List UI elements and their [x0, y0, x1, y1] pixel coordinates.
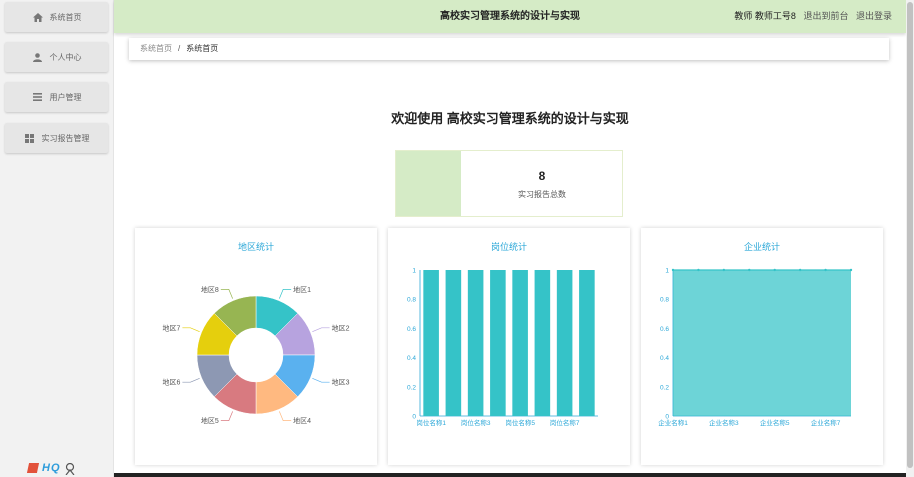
- x-tick-label: 企业名称1: [658, 418, 688, 427]
- scrollbar-thumb[interactable]: [907, 2, 913, 468]
- area-point: [773, 268, 776, 272]
- mascot-icon: [65, 462, 75, 476]
- breadcrumb-home[interactable]: 系统首页: [140, 44, 172, 53]
- bar: [490, 270, 506, 416]
- area-point: [671, 268, 675, 272]
- pie-label: 地区4: [293, 416, 311, 425]
- sidebar-item-label: 个人中心: [49, 52, 82, 62]
- pie-label-line: [312, 327, 330, 332]
- y-tick-label: 0.8: [660, 297, 669, 304]
- x-tick-label: 岗位名称3: [461, 418, 491, 427]
- sidebar: 系统首页 个人中心 用户管理 实习报告管理 HQ: [0, 0, 114, 477]
- user-role: 教师: [734, 11, 753, 21]
- pie-label-line: [312, 378, 330, 383]
- area-point: [824, 268, 827, 272]
- pie-label: 地区5: [201, 416, 219, 425]
- y-tick-label: 0.4: [407, 355, 416, 362]
- logo-text: HQ: [42, 462, 61, 474]
- x-tick-label: 企业名称7: [811, 418, 841, 427]
- pie-label-line: [220, 411, 233, 421]
- area-fill: [673, 270, 851, 416]
- company-chart-card: 0 0.2 0.4 0.6 0.8 1 企业名称1 企业名称3 企业名称5 企业名称7 企业统计: [641, 228, 883, 465]
- pie-label-line: [220, 289, 233, 299]
- breadcrumb: 系统首页 / 系统首页: [129, 38, 889, 60]
- top-header: 高校实习管理系统的设计与实现 教师 教师工号8 退出到前台 退出登录: [114, 0, 906, 33]
- x-tick-label: 岗位名称1: [416, 418, 446, 427]
- header-user-area: 教师 教师工号8 退出到前台 退出登录: [734, 0, 892, 33]
- y-tick-label: 0.6: [660, 326, 669, 333]
- y-tick-label: 0.8: [407, 297, 416, 304]
- sidebar-item-profile[interactable]: 个人中心: [5, 42, 108, 72]
- report-count-card: 8 实习报告总数: [395, 150, 623, 217]
- y-tick-label: 1: [412, 268, 416, 275]
- sidebar-logo: HQ: [26, 462, 75, 476]
- sidebar-item-label: 实习报告管理: [41, 133, 90, 143]
- region-chart-card: 地区1 地区2 地区3 地区4 地区5 地区6 地区7 地区8 地区统计: [135, 228, 377, 465]
- y-tick-label: 0.6: [407, 326, 416, 333]
- chart-title: 企业统计: [743, 242, 780, 252]
- pie-label: 地区3: [332, 378, 350, 387]
- sidebar-item-label: 系统首页: [49, 12, 82, 22]
- bar: [579, 270, 595, 416]
- logo-mark-icon: [26, 463, 40, 473]
- breadcrumb-separator: /: [178, 44, 181, 53]
- chart-title: 岗位统计: [490, 242, 527, 252]
- sidebar-item-reports[interactable]: 实习报告管理: [5, 123, 108, 153]
- pie-label: 地区2: [332, 323, 350, 332]
- logout-link[interactable]: 退出登录: [856, 11, 892, 21]
- x-tick-label: 岗位名称5: [505, 418, 535, 427]
- area-point: [722, 268, 726, 272]
- list-icon: [32, 92, 44, 102]
- stat-value: 8: [538, 169, 546, 183]
- area-point: [748, 268, 751, 272]
- y-tick-label: 0.4: [660, 355, 669, 362]
- home-icon: [32, 12, 44, 22]
- sidebar-item-label: 用户管理: [49, 92, 82, 102]
- grid-icon: [24, 133, 36, 143]
- welcome-heading: 欢迎使用 高校实习管理系统的设计与实现: [391, 111, 629, 126]
- x-tick-label: 岗位名称7: [550, 418, 580, 427]
- position-bar-chart: 00.20.40.60.81岗位名称1 岗位名称3 岗位名称5 岗位名称7: [407, 268, 598, 427]
- position-chart-card: 0 0.2 0.4 0.6 0.8 1 岗位名称1 岗位名称3 岗位名称5 岗位名称7 岗位统计: [388, 228, 630, 465]
- pie-label-line: [279, 289, 292, 299]
- area-point: [798, 268, 802, 272]
- pie-label-line: [182, 378, 200, 383]
- bar: [534, 270, 551, 416]
- pie-label: 地区1: [293, 285, 311, 294]
- region-pie-chart: 地区1 地区2 地区3 地区4 地区5 地区6 地区7 地区8: [162, 285, 350, 425]
- x-tick-label: 企业名称3: [709, 418, 739, 427]
- pie-label-line: [182, 327, 200, 332]
- bottom-edge: [114, 473, 906, 477]
- area-point: [849, 268, 853, 272]
- back-to-front-link[interactable]: 退出到前台: [803, 11, 848, 21]
- x-tick-label: 企业名称5: [760, 418, 790, 427]
- bar: [467, 270, 484, 416]
- pie-label: 地区7: [162, 323, 180, 332]
- stat-color-block: [396, 151, 461, 216]
- bar: [512, 270, 528, 416]
- pie-label: 地区8: [201, 285, 219, 294]
- bar: [556, 270, 573, 416]
- bar: [423, 270, 439, 416]
- y-tick-label: 1: [665, 268, 669, 275]
- sidebar-item-home[interactable]: 系统首页: [5, 2, 108, 32]
- user-name: 教师工号8: [754, 11, 796, 21]
- pie-label-line: [279, 411, 292, 421]
- user-icon: [32, 52, 44, 62]
- chart-title: 地区统计: [237, 242, 274, 252]
- stat-label: 实习报告总数: [518, 190, 566, 199]
- y-tick-label: 0.2: [660, 384, 669, 391]
- company-area-chart: 00.20.40.60.81企业名称1 企业名称3 企业名称5 企业名称7: [658, 268, 853, 427]
- bar: [445, 270, 462, 416]
- breadcrumb-current: 系统首页: [186, 44, 219, 53]
- pie-label: 地区6: [162, 378, 180, 387]
- area-point: [697, 268, 700, 272]
- sidebar-item-users[interactable]: 用户管理: [5, 82, 108, 112]
- y-tick-label: 0.2: [407, 384, 416, 391]
